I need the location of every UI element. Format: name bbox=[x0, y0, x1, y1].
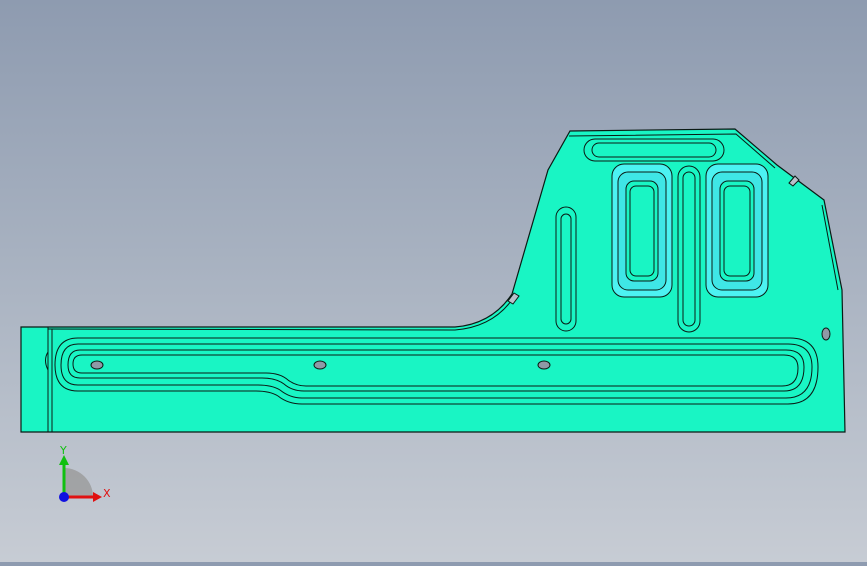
hole-1[interactable] bbox=[90, 360, 104, 370]
top-flange-edge bbox=[47, 296, 515, 331]
triad-xy-plane bbox=[64, 468, 93, 497]
hole-right[interactable] bbox=[821, 327, 831, 341]
cad-graphics-viewport[interactable]: Y X bbox=[0, 0, 867, 562]
y-axis-label: Y bbox=[59, 444, 67, 457]
pocket-right-floor-inner bbox=[723, 185, 751, 277]
coordinate-triad: Y X bbox=[59, 444, 111, 502]
model-canvas[interactable]: Y X bbox=[0, 0, 867, 562]
x-axis-label: X bbox=[103, 487, 111, 500]
x-axis-arrow bbox=[93, 492, 102, 502]
hole-3[interactable] bbox=[537, 360, 551, 370]
top-slot-outer bbox=[583, 138, 725, 162]
z-axis-dot bbox=[59, 492, 69, 502]
hole-2[interactable] bbox=[313, 360, 327, 370]
pocket-left-floor-inner bbox=[629, 185, 655, 277]
